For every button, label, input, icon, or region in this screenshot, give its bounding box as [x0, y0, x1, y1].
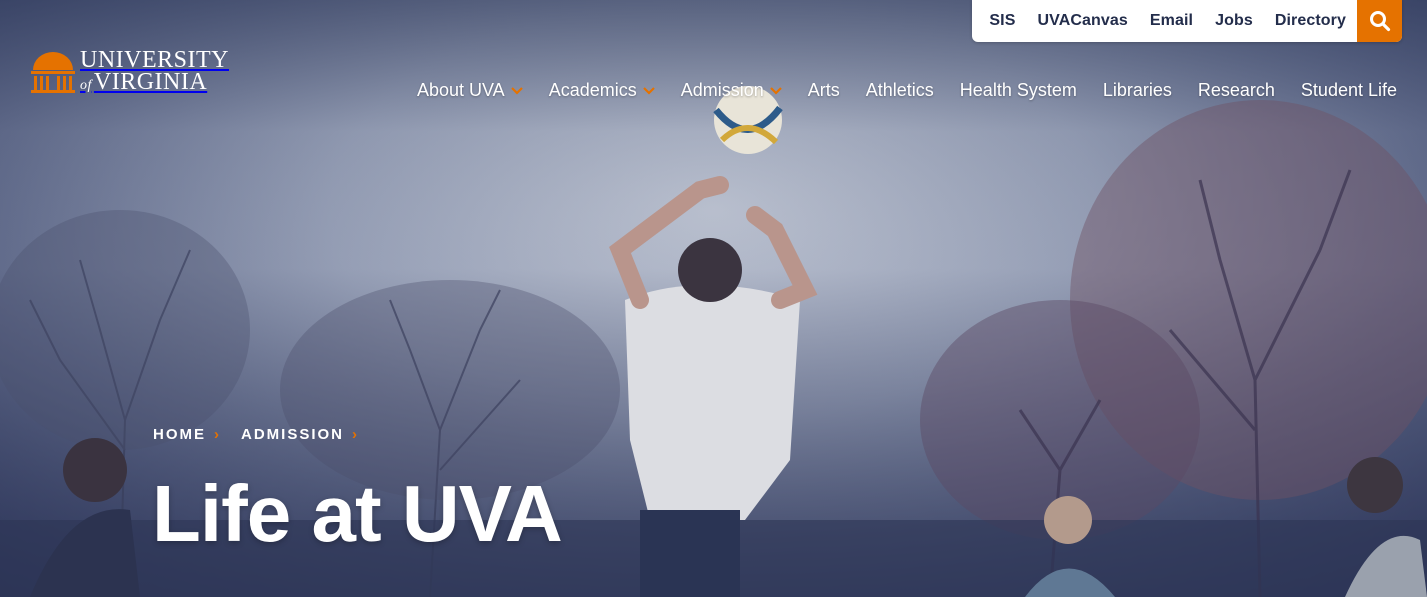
nav-item-academics[interactable]: Academics [549, 80, 655, 101]
nav-item-label: Athletics [865, 80, 934, 100]
chevron-down-icon [769, 86, 782, 95]
utility-link-directory[interactable]: Directory [1264, 12, 1357, 30]
utility-link-sis[interactable]: SIS [978, 12, 1026, 30]
logo-wordmark: UNIVERSITY ofVIRGINIA [80, 48, 229, 94]
nav-item-arts[interactable]: Arts [808, 80, 840, 101]
logo-line-virginia: ofVIRGINIA [80, 70, 229, 94]
breadcrumb: HOME › ADMISSION › [153, 426, 379, 443]
nav-item-health-system[interactable]: Health System [960, 80, 1077, 101]
page-title: Life at UVA [152, 469, 563, 558]
nav-item-research[interactable]: Research [1198, 80, 1275, 101]
chevron-down-icon [642, 86, 655, 95]
hero-banner: SIS UVACanvas Email Jobs Directory UNIVE… [0, 0, 1427, 597]
nav-item-label: About UVA [416, 80, 505, 100]
search-button[interactable] [1357, 0, 1402, 42]
main-nav: About UVA Academics Admission Arts Athle… [417, 80, 1397, 101]
breadcrumb-home[interactable]: HOME [153, 426, 206, 443]
chevron-right-icon: › [352, 426, 358, 443]
utility-link-uvacanvas[interactable]: UVACanvas [1026, 12, 1138, 30]
rotunda-icon [31, 52, 75, 93]
logo-virginia: VIRGINIA [93, 69, 208, 95]
nav-item-admission[interactable]: Admission [681, 80, 782, 101]
chevron-right-icon: › [214, 426, 219, 443]
nav-item-label: Academics [548, 80, 637, 100]
nav-item-label: Research [1197, 80, 1275, 100]
chevron-down-icon [510, 86, 523, 95]
uva-logo[interactable]: UNIVERSITY ofVIRGINIA [30, 48, 229, 94]
nav-item-about-uva[interactable]: About UVA [417, 80, 523, 101]
nav-item-label: Arts [807, 80, 840, 100]
nav-item-student-life[interactable]: Student Life [1301, 80, 1397, 101]
nav-item-libraries[interactable]: Libraries [1103, 80, 1172, 101]
nav-item-label: Health System [959, 80, 1077, 100]
nav-item-label: Libraries [1102, 80, 1172, 100]
nav-item-label: Student Life [1300, 80, 1397, 100]
breadcrumb-admission[interactable]: ADMISSION [241, 426, 344, 443]
logo-of: of [80, 78, 92, 93]
nav-item-label: Admission [680, 80, 764, 100]
utility-link-jobs[interactable]: Jobs [1204, 12, 1264, 30]
search-icon [1369, 11, 1390, 32]
utility-nav: SIS UVACanvas Email Jobs Directory [972, 0, 1402, 42]
nav-item-athletics[interactable]: Athletics [866, 80, 934, 101]
utility-link-email[interactable]: Email [1139, 12, 1204, 30]
